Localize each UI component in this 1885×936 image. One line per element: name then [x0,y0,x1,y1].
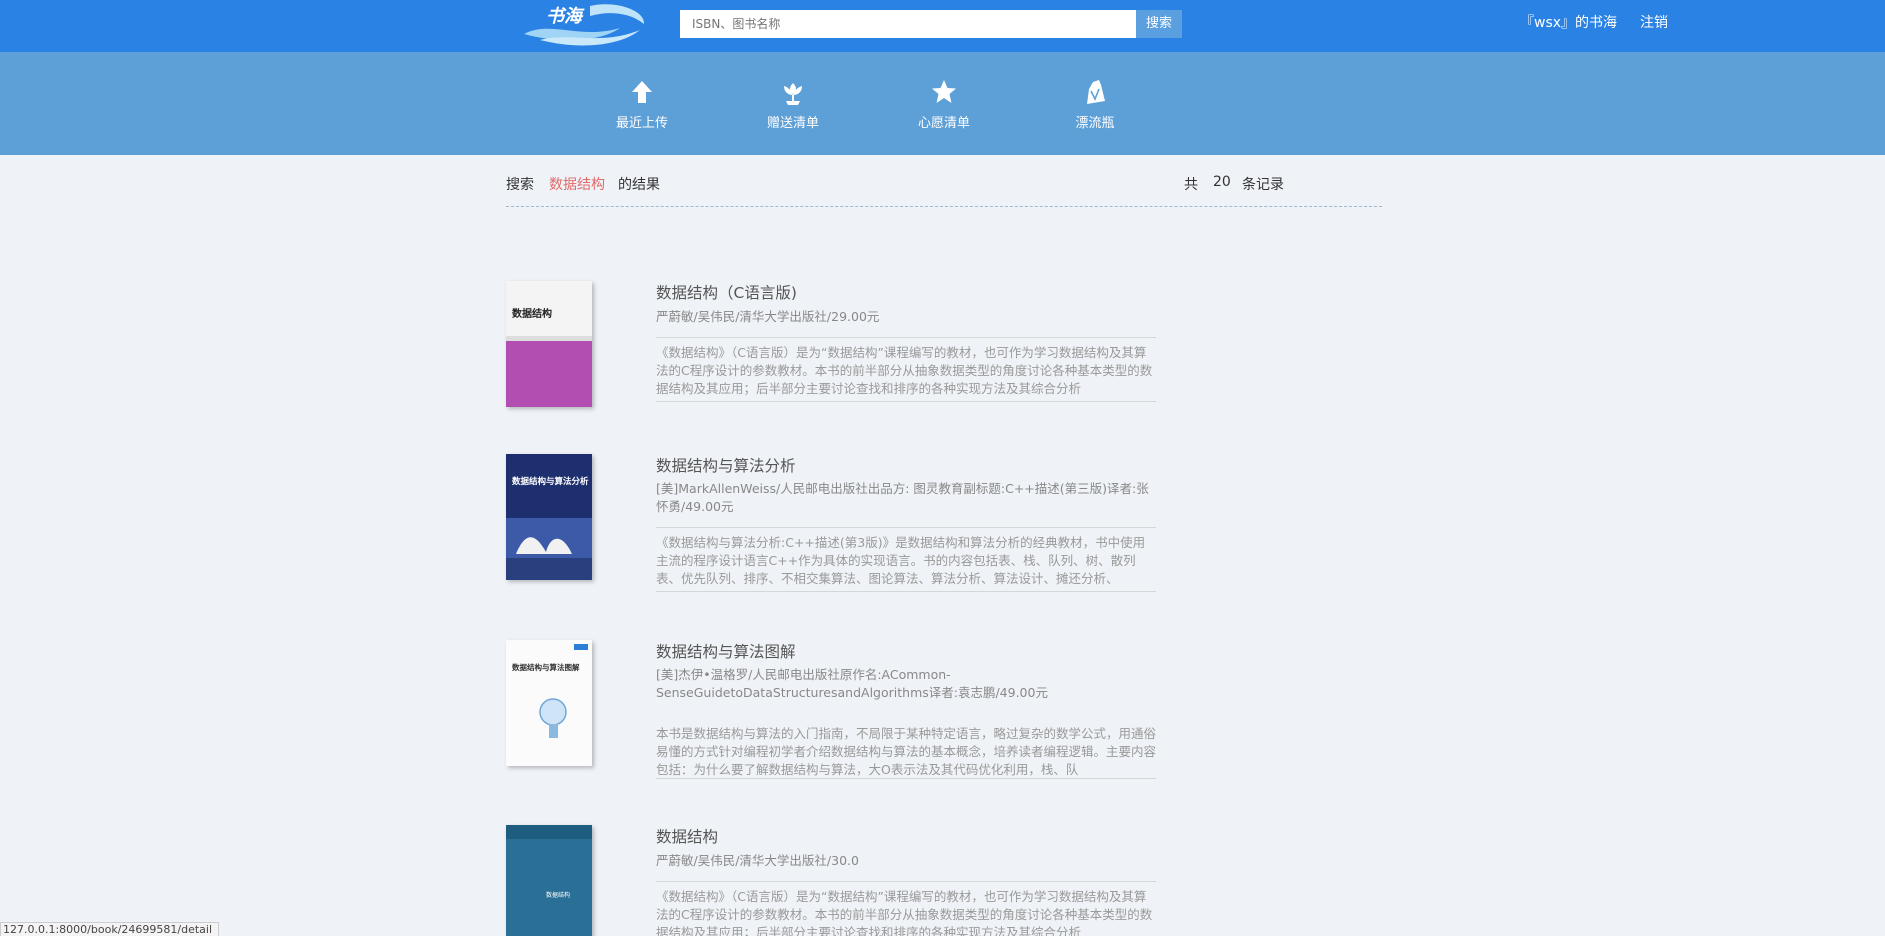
search-button[interactable]: 搜索 [1136,10,1182,38]
book-meta: [美]MarkAllenWeiss/人民邮电出版社出品方: 图灵教育副标题:C+… [656,481,1149,514]
link-status-bar: 127.0.0.1:8000/book/24699581/detail [0,922,220,936]
result-count: 20 [1213,174,1231,190]
svg-text:数据结构与算法分析: 数据结构与算法分析 [512,476,589,487]
book-cover[interactable]: 数据结构 [506,825,592,936]
nav-gift-list[interactable]: 赠送清单 [733,52,853,155]
nav-label: 最近上传 [615,116,668,131]
logout-link[interactable]: 注销 [1640,0,1668,46]
nav-wish-list[interactable]: 心愿清单 [884,52,1004,155]
result-keyword: 数据结构 [549,177,605,193]
nav-label: 漂流瓶 [1075,116,1115,131]
nav-bar: 最近上传 赠送清单 心愿清单 漂流瓶 [0,52,1885,155]
nav-label: 赠送清单 [766,116,819,131]
book-title[interactable]: 数据结构（C语言版) [656,281,797,303]
book-item: 数据结构与算法分析 数据结构与算法分析 [美]MarkAllenWeiss/人民… [506,454,1156,594]
book-description: 《数据结构》（C语言版）是为“数据结构”课程编写的教材，也可作为学习数据结构及其… [656,881,1156,936]
top-header: 书海 搜索 『wsx』的书海 注销 [0,0,1885,52]
search-result-header: 搜索 数据结构 的结果 共 20 条记录 [506,172,1382,207]
book-description: 本书是数据结构与算法的入门指南，不局限于某种特定语言，略过复杂的数学公式，用通俗… [656,719,1156,779]
book-title[interactable]: 数据结构与算法分析 [656,454,796,476]
result-prefix: 搜索 [506,177,534,193]
user-shelf-link[interactable]: 『wsx』的书海 [1520,0,1617,46]
result-suffix: 的结果 [618,177,660,193]
bottle-icon [1087,80,1105,104]
book-item: 数据结构 数据结构 严蔚敏/吴伟民/清华大学出版社/30.0 《数据结构》（C语… [506,825,1156,936]
book-description: 《数据结构与算法分析:C++描述(第3版)》是数据结构和算法分析的经典教材，书中… [656,527,1156,592]
flower-icon [784,83,802,105]
svg-text:书海: 书海 [546,6,585,27]
nav-drift-bottle[interactable]: 漂流瓶 [1035,52,1155,155]
count-suffix: 条记录 [1242,177,1284,193]
book-description: 《数据结构》（C语言版）是为“数据结构”课程编写的教材，也可作为学习数据结构及其… [656,337,1156,402]
svg-text:数据结构: 数据结构 [546,891,570,899]
book-item: 数据结构与算法图解 数据结构与算法图解 [美]杰伊•温格罗/人民邮电出版社原作名… [506,640,1156,780]
count-prefix: 共 [1184,177,1198,193]
svg-text:数据结构: 数据结构 [512,307,552,320]
svg-text:数据结构与算法图解: 数据结构与算法图解 [512,662,580,672]
book-title[interactable]: 数据结构与算法图解 [656,640,796,662]
book-meta: [美]杰伊•温格罗/人民邮电出版社原作名:ACommon-SenseGuidet… [656,667,1048,700]
nav-label: 心愿清单 [917,116,970,131]
book-meta: 严蔚敏/吴伟民/清华大学出版社/30.0 [656,853,859,868]
book-cover[interactable]: 数据结构 [506,281,592,407]
book-cover[interactable]: 数据结构与算法图解 [506,640,592,766]
book-title[interactable]: 数据结构 [656,825,718,847]
site-logo[interactable]: 书海 [520,0,650,48]
nav-recent-uploads[interactable]: 最近上传 [582,52,702,155]
star-icon [932,80,956,103]
search-input[interactable] [680,10,1136,38]
book-item: 数据结构 数据结构（C语言版) 严蔚敏/吴伟民/清华大学出版社/29.00元 《… [506,281,1156,411]
book-cover[interactable]: 数据结构与算法分析 [506,454,592,580]
upload-arrow-icon [632,81,652,103]
book-meta: 严蔚敏/吴伟民/清华大学出版社/29.00元 [656,309,880,324]
